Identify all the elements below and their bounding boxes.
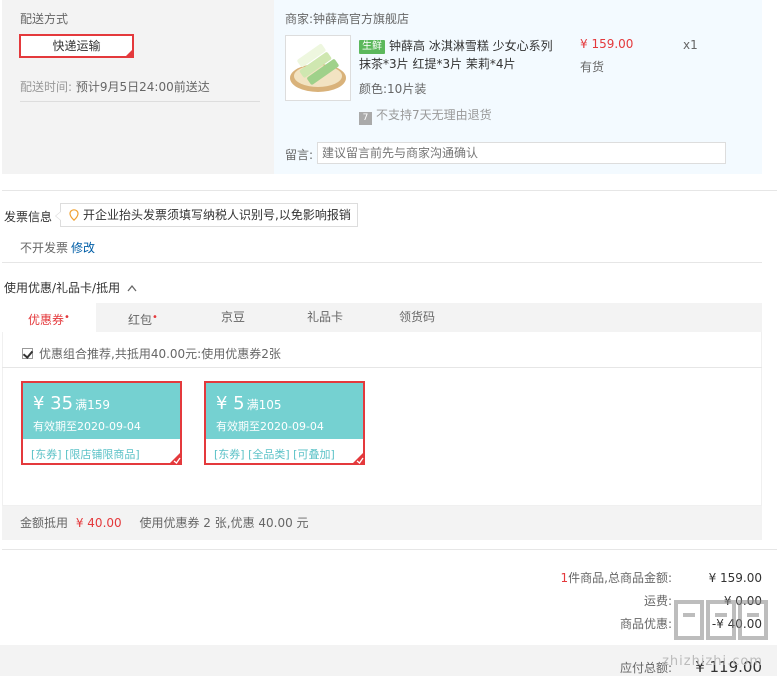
shipping-time: 配送时间: 预计9月5日24:00前送达 (20, 78, 260, 102)
product-title-text: 钟薛高 冰淇淋雪糕 少女心系列 抹茶*3片 红提*3片 茉莉*4片 (359, 39, 553, 71)
divider (2, 262, 762, 263)
discount-label: 金额抵用 (20, 516, 69, 530)
goods-total-row: 1件商品,总商品金额: ¥ 159.00 (362, 569, 763, 586)
product-color: 颜色:10片装 (359, 82, 427, 96)
invoice-tip-text: 开企业抬头发票须填写纳税人识别号,以免影响报销 (83, 208, 351, 222)
coupon-card-top: ¥ 5 满105 有效期至2020-09-04 (206, 383, 363, 439)
coupon-tags: [东券] [全品类] [可叠加] (214, 448, 335, 461)
merchant-name: 商家:钟薛高官方旗舰店 (285, 12, 410, 26)
tab-jingdou[interactable]: 京豆 (186, 303, 280, 332)
coupon-section-title: 使用优惠/礼品卡/抵用 (4, 281, 121, 295)
recommend-checkbox[interactable] (22, 348, 33, 359)
selected-corner-icon (124, 48, 134, 58)
divider (2, 190, 777, 191)
recommend-text: 优惠组合推荐,共抵用40.00元:使用优惠券2张 (39, 347, 281, 361)
product-title[interactable]: 生鲜 钟薛高 冰淇淋雪糕 少女心系列 抹茶*3片 红提*3片 茉莉*4片 (359, 37, 559, 73)
location-pin-icon (69, 209, 79, 221)
invoice-value: 不开发票 (20, 241, 69, 255)
invoice-title: 发票信息 (4, 210, 53, 224)
checkmark-corner-icon (168, 451, 182, 465)
tab-gift-card[interactable]: 礼品卡 (278, 303, 372, 332)
checkmark-corner-icon (351, 451, 365, 465)
product-stock: 有货 (580, 60, 605, 74)
invoice-edit-link[interactable]: 修改 (71, 239, 95, 256)
product-thumbnail-icon (286, 36, 350, 100)
divider (2, 549, 777, 550)
discount-summary: 使用优惠券 2 张,优惠 40.00 元 (139, 516, 309, 530)
info-icon: 7 (359, 112, 372, 125)
coupon-tags: [东券] [限店铺限商品] (31, 448, 140, 461)
discount-value: ¥ 40.00 (75, 516, 122, 530)
chevron-up-icon (127, 284, 137, 292)
tab-red-packet[interactable]: 红包• (96, 303, 190, 332)
divider (2, 367, 762, 368)
coupon-section-toggle[interactable]: 使用优惠/礼品卡/抵用 (4, 279, 137, 296)
shipping-method-button[interactable]: 快递运输 (19, 34, 134, 58)
shipping-title: 配送方式 (20, 12, 69, 26)
goods-total-value: ¥ 159.00 (708, 571, 762, 585)
watermark-text: zhizhizhi.com (662, 654, 763, 669)
tip-arrow-fill (56, 211, 62, 221)
return-policy: 7 不支持7天无理由退货 (359, 106, 492, 125)
product-quantity: x1 (683, 38, 698, 52)
tab-label: 优惠券 (28, 313, 65, 327)
goods-count: 1 (560, 571, 569, 585)
coupon-condition: 满105 (246, 398, 282, 412)
tab-label: 红包 (128, 313, 153, 327)
coupon-expiry: 有效期至2020-09-04 (33, 420, 141, 433)
invoice-tip: 开企业抬头发票须填写纳税人识别号,以免影响报销 (55, 203, 358, 227)
discount-summary-bar: 金额抵用 ¥ 40.00 使用优惠券 2 张,优惠 40.00 元 (2, 506, 762, 540)
recommend-combo[interactable]: 优惠组合推荐,共抵用40.00元:使用优惠券2张 (22, 345, 281, 362)
fresh-badge: 生鲜 (359, 40, 385, 54)
shipping-fee-label: 运费: (643, 594, 672, 608)
return-policy-text: 不支持7天无理由退货 (376, 108, 492, 122)
coupon-card[interactable]: ¥ 35 满159 有效期至2020-09-04 [东券] [限店铺限商品] (21, 381, 182, 465)
coupon-amount: ¥ 35 (33, 393, 74, 414)
tab-label: 礼品卡 (306, 310, 343, 324)
tab-pickup-code[interactable]: 领货码 (370, 303, 464, 332)
message-input[interactable] (317, 142, 726, 164)
shipping-time-value: 预计9月5日24:00前送达 (75, 80, 210, 94)
coupon-amount: ¥ 5 (216, 393, 245, 414)
tab-dot: • (152, 312, 158, 323)
goods-discount-label: 商品优惠: (619, 617, 672, 631)
goods-count-suffix: 件商品,总商品金额: (568, 571, 672, 585)
product-image[interactable] (285, 35, 351, 101)
tab-coupons[interactable]: 优惠券• (2, 303, 96, 332)
message-label: 留言: (285, 148, 314, 162)
watermark-logo-icon (674, 600, 768, 640)
shipping-method-label: 快递运输 (52, 39, 101, 53)
tab-dot: • (64, 312, 70, 323)
coupon-expiry: 有效期至2020-09-04 (216, 420, 324, 433)
coupon-condition: 满159 (75, 398, 110, 412)
tab-label: 领货码 (398, 310, 435, 324)
product-price: ¥ 159.00 (580, 37, 634, 51)
coupon-card-top: ¥ 35 满159 有效期至2020-09-04 (23, 383, 180, 439)
coupon-card[interactable]: ¥ 5 满105 有效期至2020-09-04 [东券] [全品类] [可叠加] (204, 381, 365, 465)
tab-label: 京豆 (220, 310, 245, 324)
shipping-time-label: 配送时间: (20, 80, 73, 94)
